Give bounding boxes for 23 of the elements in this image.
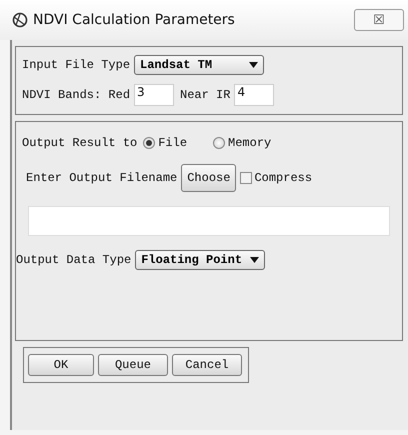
choose-button[interactable]: Choose [181, 164, 236, 192]
compress-checkbox[interactable]: Compress [240, 171, 312, 185]
close-button[interactable]: ☒ [354, 9, 404, 31]
band-number-field[interactable]: 3 [134, 84, 174, 106]
field-label: Near IR [180, 88, 230, 102]
caret-icon [249, 62, 258, 68]
window-title: NDVI Calculation Parameters [33, 12, 236, 28]
radio-option[interactable]: File [143, 136, 188, 150]
field-label: Output Result to [22, 136, 138, 150]
field-label: Output Data Type [16, 253, 132, 267]
app-icon [12, 12, 28, 28]
field-label: Enter Output Filename [26, 171, 178, 185]
file-type-dropdown[interactable]: Landsat TM [134, 55, 264, 75]
field-label: Input File Type [22, 58, 130, 72]
dialog-button[interactable]: Cancel [172, 354, 242, 376]
dialog-button[interactable]: Queue [98, 354, 168, 376]
filename-field[interactable] [28, 206, 390, 236]
data-type-dropdown[interactable]: Floating Point [135, 250, 266, 270]
field-label: NDVI Bands: Red [22, 88, 130, 102]
band-number-field[interactable]: 4 [234, 84, 274, 106]
caret-icon [250, 257, 260, 263]
radio-option[interactable]: Memory [213, 136, 272, 150]
dialog-button[interactable]: OK [28, 354, 94, 376]
